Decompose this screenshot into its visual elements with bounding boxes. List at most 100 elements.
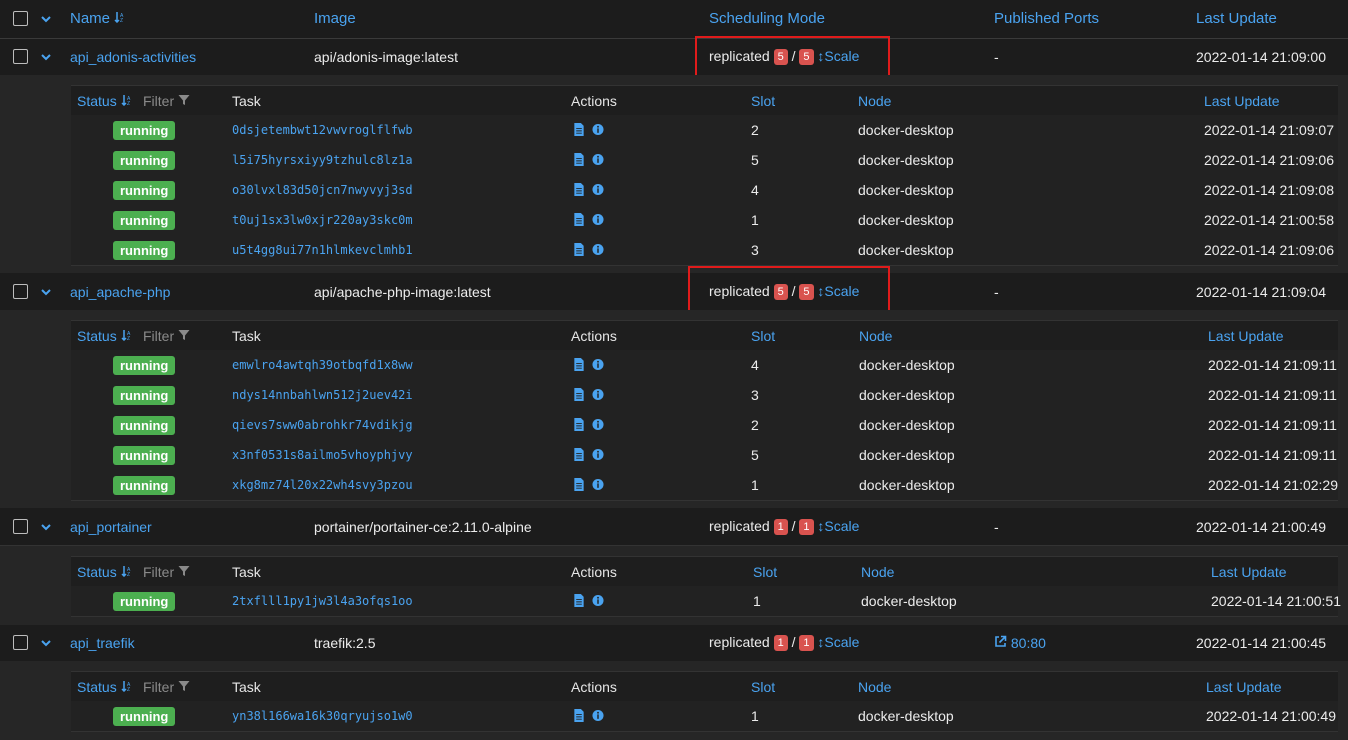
task-logs-icon[interactable] bbox=[573, 213, 585, 226]
task-last-update-column-header[interactable]: Last Update bbox=[1204, 93, 1280, 109]
task-id-link[interactable]: qievs7sww0abrohkr74vdikjg bbox=[232, 418, 413, 432]
service-checkbox[interactable] bbox=[13, 519, 28, 534]
service-name-link[interactable]: api_traefik bbox=[70, 635, 135, 651]
task-slot: 2 bbox=[751, 122, 759, 138]
task-logs-icon[interactable] bbox=[573, 183, 585, 196]
filter-funnel-icon bbox=[178, 330, 190, 340]
select-all-checkbox[interactable] bbox=[13, 11, 28, 26]
task-logs-icon[interactable] bbox=[573, 478, 585, 491]
task-info-icon[interactable] bbox=[592, 388, 604, 401]
task-logs-icon[interactable] bbox=[573, 358, 585, 371]
task-info-icon[interactable] bbox=[592, 243, 604, 256]
filter-label: Filter bbox=[143, 564, 175, 580]
task-info-icon[interactable] bbox=[592, 709, 604, 722]
task-id-link[interactable]: yn38l166wa16k30qryujso1w0 bbox=[232, 709, 413, 723]
task-info-icon[interactable] bbox=[592, 478, 604, 491]
node-column-header[interactable]: Node bbox=[859, 328, 892, 344]
expand-all-chevron-icon[interactable] bbox=[40, 13, 52, 25]
slot-column-header[interactable]: Slot bbox=[753, 564, 777, 580]
task-logs-icon[interactable] bbox=[573, 243, 585, 256]
tasks-table-header: Status AZ Filter Task Actions Slot Node … bbox=[71, 85, 1338, 117]
task-info-icon[interactable] bbox=[592, 123, 604, 136]
task-info-icon[interactable] bbox=[592, 594, 604, 607]
slot-column-header[interactable]: Slot bbox=[751, 93, 775, 109]
status-column-header[interactable]: Status AZ bbox=[77, 679, 133, 695]
service-row[interactable]: api_apache-php api/apache-php-image:late… bbox=[0, 274, 1348, 311]
task-id-link[interactable]: t0uj1sx3lw0xjr220ay3skc0m bbox=[232, 213, 413, 227]
task-node: docker-desktop bbox=[858, 122, 954, 138]
task-node: docker-desktop bbox=[859, 447, 955, 463]
task-id-link[interactable]: 0dsjetembwt12vwvroglflfwb bbox=[232, 123, 413, 137]
service-name-link[interactable]: api_adonis-activities bbox=[70, 49, 196, 65]
last-update-column-header[interactable]: Last Update bbox=[1196, 10, 1277, 27]
scale-button[interactable]: ↕Scale bbox=[817, 518, 859, 534]
task-last-update-column-header[interactable]: Last Update bbox=[1211, 564, 1287, 580]
published-ports-column-header[interactable]: Published Ports bbox=[994, 10, 1099, 27]
status-column-header[interactable]: Status AZ bbox=[77, 328, 133, 344]
task-info-icon[interactable] bbox=[592, 153, 604, 166]
service-row[interactable]: api_traefik traefik:2.5 replicated 1 / 1… bbox=[0, 625, 1348, 662]
actions-column-header: Actions bbox=[571, 679, 617, 695]
task-column-header: Task bbox=[232, 328, 261, 344]
status-column-header[interactable]: Status AZ bbox=[77, 93, 133, 109]
task-id-link[interactable]: x3nf0531s8ailmo5vhoyphjvy bbox=[232, 448, 413, 462]
task-id-link[interactable]: xkg8mz74l20x22wh4svy3pzou bbox=[232, 478, 413, 492]
filter-button[interactable]: Filter bbox=[143, 679, 190, 695]
slot-column-header[interactable]: Slot bbox=[751, 328, 775, 344]
slot-column-header[interactable]: Slot bbox=[751, 679, 775, 695]
task-id-link[interactable]: u5t4gg8ui77n1hlmkevclmhb1 bbox=[232, 243, 413, 257]
task-logs-icon[interactable] bbox=[573, 594, 585, 607]
filter-button[interactable]: Filter bbox=[143, 328, 190, 344]
published-port-link[interactable]: 80:80 bbox=[994, 635, 1046, 651]
scale-button[interactable]: ↕Scale bbox=[817, 634, 859, 650]
service-checkbox[interactable] bbox=[13, 284, 28, 299]
task-last-update: 2022-01-14 21:00:51 bbox=[1211, 593, 1341, 609]
task-logs-icon[interactable] bbox=[573, 153, 585, 166]
chevron-down-icon[interactable] bbox=[40, 637, 52, 649]
task-column-header: Task bbox=[232, 679, 261, 695]
task-info-icon[interactable] bbox=[592, 448, 604, 461]
scheduling-mode-column-header[interactable]: Scheduling Mode bbox=[709, 10, 825, 27]
actions-column-header: Actions bbox=[571, 328, 617, 344]
status-column-header[interactable]: Status AZ bbox=[77, 564, 133, 580]
node-column-header[interactable]: Node bbox=[861, 564, 894, 580]
task-last-update-column-header[interactable]: Last Update bbox=[1206, 679, 1282, 695]
task-info-icon[interactable] bbox=[592, 358, 604, 371]
task-logs-icon[interactable] bbox=[573, 448, 585, 461]
task-info-icon[interactable] bbox=[592, 418, 604, 431]
replica-separator: / bbox=[791, 518, 796, 534]
task-last-update: 2022-01-14 21:09:11 bbox=[1208, 417, 1337, 433]
filter-funnel-icon bbox=[178, 95, 190, 105]
name-column-header[interactable]: Name AZ bbox=[70, 10, 126, 27]
image-column-header[interactable]: Image bbox=[314, 10, 356, 27]
task-logs-icon[interactable] bbox=[573, 388, 585, 401]
node-column-header[interactable]: Node bbox=[858, 679, 891, 695]
filter-button[interactable]: Filter bbox=[143, 564, 190, 580]
filter-button[interactable]: Filter bbox=[143, 93, 190, 109]
task-logs-icon[interactable] bbox=[573, 418, 585, 431]
task-logs-icon[interactable] bbox=[573, 709, 585, 722]
service-row[interactable]: api_adonis-activities api/adonis-image:l… bbox=[0, 39, 1348, 76]
task-last-update-column-header[interactable]: Last Update bbox=[1208, 328, 1284, 344]
service-checkbox[interactable] bbox=[13, 49, 28, 64]
task-id-link[interactable]: o30lvxl83d50jcn7nwyvyj3sd bbox=[232, 183, 413, 197]
service-checkbox[interactable] bbox=[13, 635, 28, 650]
task-id-link[interactable]: l5i75hyrsxiyy9tzhulc8lz1a bbox=[232, 153, 413, 167]
node-column-header[interactable]: Node bbox=[858, 93, 891, 109]
services-table-header: Name AZ Image Scheduling Mode Published … bbox=[0, 0, 1348, 39]
task-row: running x3nf0531s8ailmo5vhoyphjvy 5 dock… bbox=[71, 440, 1338, 471]
task-id-link[interactable]: emwlro4awtqh39otbqfd1x8ww bbox=[232, 358, 413, 372]
task-info-icon[interactable] bbox=[592, 183, 604, 196]
service-row[interactable]: api_portainer portainer/portainer-ce:2.1… bbox=[0, 509, 1348, 546]
scheduling-mode: replicated 1 / 1 ↕Scale bbox=[709, 518, 859, 535]
actions-column-header: Actions bbox=[571, 93, 617, 109]
task-id-link[interactable]: 2txflll1py1jw3l4a3ofqs1oo bbox=[232, 594, 413, 608]
task-info-icon[interactable] bbox=[592, 213, 604, 226]
chevron-down-icon[interactable] bbox=[40, 51, 52, 63]
service-name-link[interactable]: api_apache-php bbox=[70, 284, 170, 300]
service-name-link[interactable]: api_portainer bbox=[70, 519, 152, 535]
chevron-down-icon[interactable] bbox=[40, 286, 52, 298]
chevron-down-icon[interactable] bbox=[40, 521, 52, 533]
task-id-link[interactable]: ndys14nnbahlwn512j2uev42i bbox=[232, 388, 413, 402]
task-logs-icon[interactable] bbox=[573, 123, 585, 136]
